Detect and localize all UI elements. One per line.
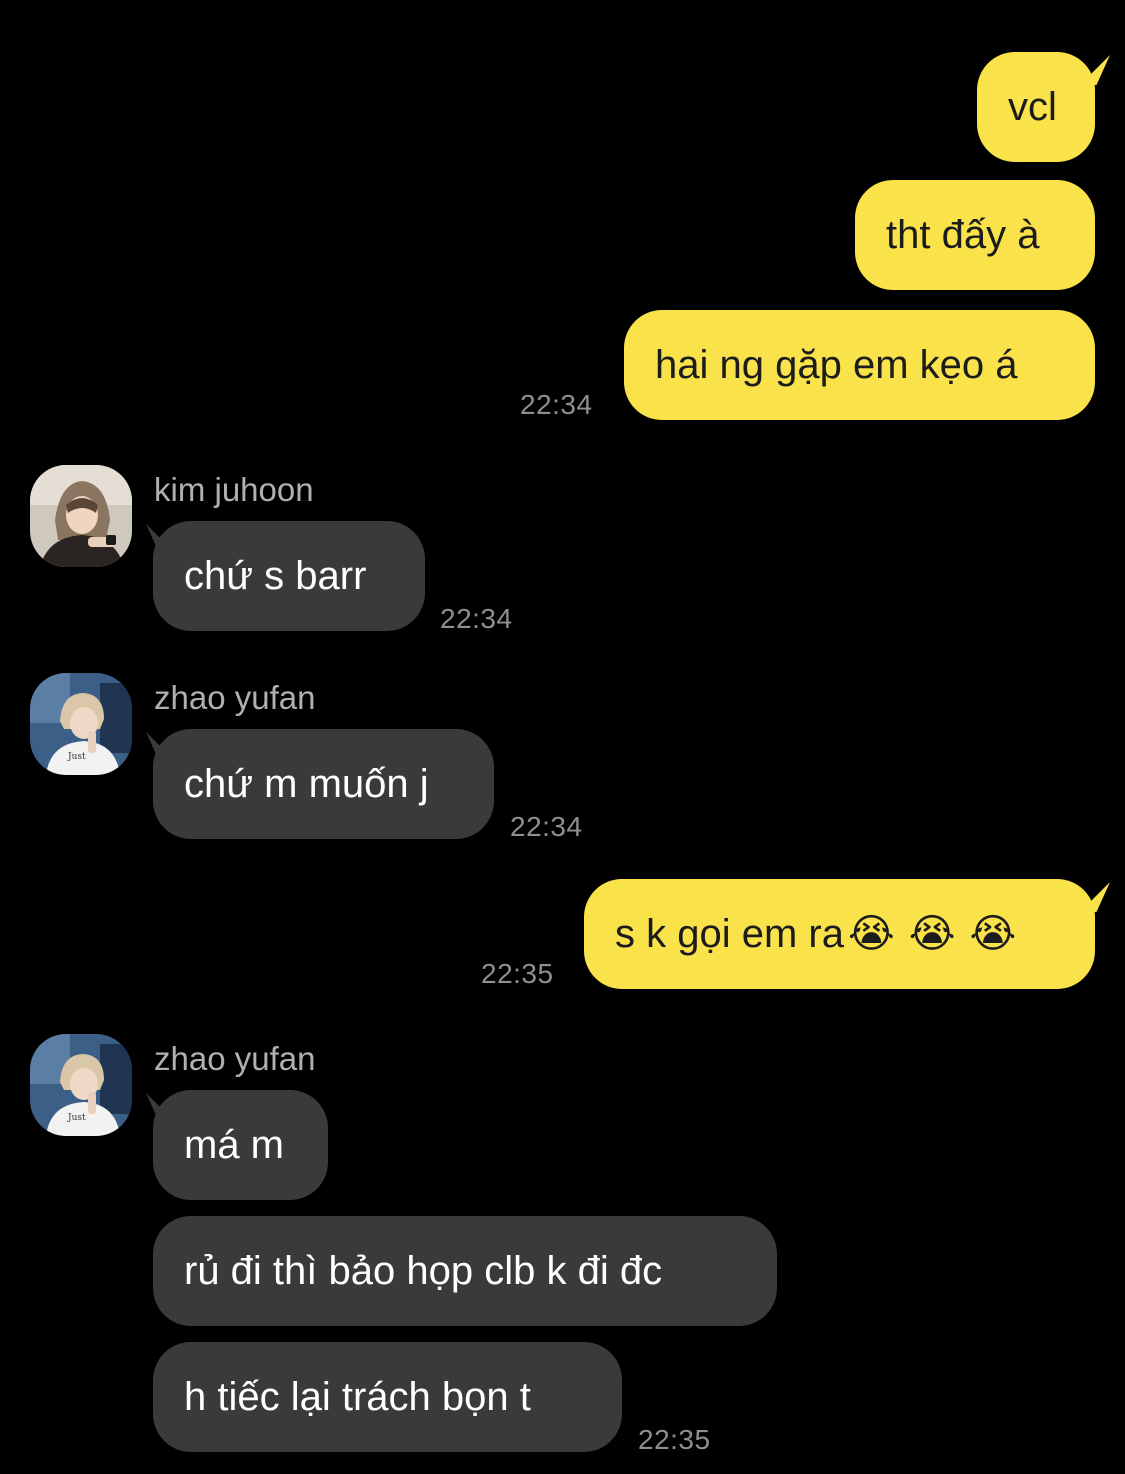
sender-name: kim juhoon [154, 471, 314, 508]
avatar[interactable]: Just [30, 1034, 132, 1136]
profile-photo-zhao-yufan-icon: Just [30, 673, 132, 775]
message-text: vcl [1008, 85, 1057, 129]
svg-text:Just: Just [67, 752, 86, 762]
message-bubble-outgoing[interactable]: tht đấy à [855, 180, 1095, 290]
loudly-crying-face-icon: 😭 [908, 912, 956, 956]
message-timestamp: 22:34 [510, 811, 583, 842]
message-text: chứ m muốn j [184, 762, 429, 806]
message-bubble-incoming[interactable]: chứ m muốn j [153, 729, 494, 839]
message-text: má m [184, 1123, 284, 1167]
message-text: tht đấy à [886, 213, 1040, 257]
profile-photo-kim-juhoon-icon [30, 465, 132, 567]
message-bubble-outgoing[interactable]: hai ng gặp em kẹo á [624, 310, 1095, 420]
svg-text:Just: Just [67, 1113, 86, 1123]
profile-photo-zhao-yufan-icon: Just [30, 1034, 132, 1136]
message-bubble-incoming[interactable]: rủ đi thì bảo họp clb k đi đc [153, 1216, 777, 1326]
message-text: chứ s barr [184, 554, 367, 598]
message-bubble-outgoing[interactable]: s k gọi em ra 😭 😭 😭 [584, 879, 1095, 989]
loudly-crying-face-icon: 😭 [969, 912, 1017, 956]
message-text: h tiếc lại trách bọn t [184, 1375, 531, 1419]
message-timestamp: 22:35 [481, 958, 554, 989]
avatar[interactable] [30, 465, 132, 567]
avatar[interactable]: Just [30, 673, 132, 775]
message-text: rủ đi thì bảo họp clb k đi đc [184, 1249, 663, 1293]
message-bubble-incoming[interactable]: chứ s barr [153, 521, 425, 631]
sender-name: zhao yufan [154, 1040, 316, 1077]
message-timestamp: 22:34 [520, 389, 593, 420]
message-bubble-incoming[interactable]: má m [153, 1090, 328, 1200]
message-bubble-incoming[interactable]: h tiếc lại trách bọn t [153, 1342, 622, 1452]
message-timestamp: 22:34 [440, 603, 513, 634]
message-text: hai ng gặp em kẹo á [655, 343, 1018, 387]
sender-name: zhao yufan [154, 679, 316, 716]
message-bubble-outgoing[interactable]: vcl [977, 52, 1095, 162]
message-timestamp: 22:35 [638, 1424, 711, 1455]
loudly-crying-face-icon: 😭 [847, 912, 895, 956]
message-text: s k gọi em ra [615, 912, 844, 956]
